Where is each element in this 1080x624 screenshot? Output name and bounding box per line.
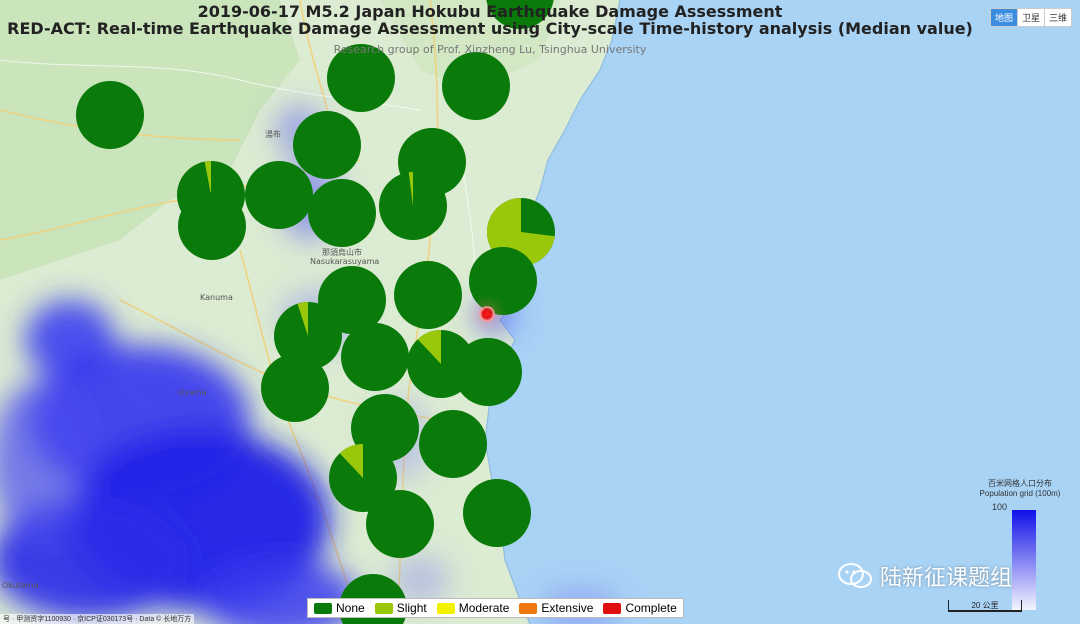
map-type-3d-button[interactable]: 三维 — [1043, 9, 1071, 26]
pie-slice-none — [463, 479, 531, 547]
page-subtitle: RED-ACT: Real-time Earthquake Damage Ass… — [7, 19, 973, 38]
legend-swatch — [314, 602, 332, 614]
place-label-okutama: Okutama — [2, 581, 39, 590]
map-copyright: 号 · 甲测资字1100930 · 京ICP证030173号 · Data © … — [0, 614, 195, 624]
city-damage-pie[interactable] — [293, 111, 361, 179]
pie-slice-none — [454, 338, 522, 406]
legend-item-extensive: Extensive — [519, 601, 593, 615]
pie-slice-none — [366, 490, 434, 558]
wechat-icon — [838, 563, 872, 588]
place-label-nasu-jp: 那須烏山市 — [322, 247, 362, 257]
city-damage-pie[interactable] — [245, 161, 313, 229]
population-legend-title-cn: 百米网格人口分布 — [988, 479, 1052, 488]
legend-item-moderate: Moderate — [436, 601, 509, 615]
pie-slice-none — [442, 52, 510, 120]
city-damage-pie[interactable] — [76, 81, 144, 149]
city-damage-pie[interactable] — [341, 323, 409, 391]
legend-swatch — [603, 602, 622, 614]
map-type-map-button[interactable]: 地图 — [990, 9, 1017, 26]
legend-swatch — [519, 602, 538, 614]
pie-slice-none — [245, 161, 313, 229]
city-damage-pie[interactable] — [178, 192, 246, 260]
map-canvas[interactable]: 湯布 那須烏山市 Nasukarasuyama Kanuma Oyama Oku… — [0, 0, 1080, 624]
legend-item-none: None — [314, 601, 365, 615]
city-damage-pie[interactable] — [419, 410, 487, 478]
legend-swatch — [374, 602, 393, 614]
pie-slice-none — [469, 247, 537, 315]
place-label-nasu-en: Nasukarasuyama — [310, 257, 379, 266]
population-legend-title-en: Population grid (100m) — [979, 489, 1061, 498]
pie-slice-none — [261, 354, 329, 422]
city-damage-pie[interactable] — [394, 261, 462, 329]
pie-slice-none — [341, 323, 409, 391]
map-type-switch: 地图 卫星 三维 — [989, 8, 1072, 27]
map-type-satellite-button[interactable]: 卫星 — [1016, 9, 1044, 26]
pie-slice-none — [293, 111, 361, 179]
place-label-kanuma: Kanuma — [200, 293, 233, 302]
legend-item-complete: Complete — [603, 601, 677, 615]
damage-legend: None Slight Moderate Extensive Complete — [307, 598, 684, 618]
watermark-text: 陆新征课题组 — [880, 565, 1013, 590]
place-label-yufu: 湯布 — [265, 129, 281, 139]
legend-swatch — [436, 602, 455, 614]
population-color-bar — [1012, 510, 1036, 610]
epicenter-marker[interactable] — [476, 303, 498, 325]
city-damage-pie[interactable] — [463, 479, 531, 547]
pie-slice-none — [394, 261, 462, 329]
city-damage-pie[interactable] — [442, 52, 510, 120]
city-damage-pie[interactable] — [308, 179, 376, 247]
wechat-watermark: 陆新征课题组 — [838, 560, 1012, 592]
city-damage-pie[interactable] — [379, 172, 447, 240]
city-damage-pie[interactable] — [366, 490, 434, 558]
city-damage-pie[interactable] — [469, 247, 537, 315]
credit-text: Research group of Prof. Xinzheng Lu, Tsi… — [333, 43, 647, 56]
scale-bar: 20 公里 — [948, 600, 1022, 612]
place-label-oyama: Oyama — [178, 388, 207, 397]
pie-slice-none — [76, 81, 144, 149]
city-damage-pie[interactable] — [261, 354, 329, 422]
pie-slice-none — [308, 179, 376, 247]
population-legend-max: 100 — [992, 502, 1008, 512]
city-damage-pie[interactable] — [454, 338, 522, 406]
pie-slice-none — [178, 192, 246, 260]
pie-slice-none — [419, 410, 487, 478]
legend-item-slight: Slight — [374, 601, 427, 615]
